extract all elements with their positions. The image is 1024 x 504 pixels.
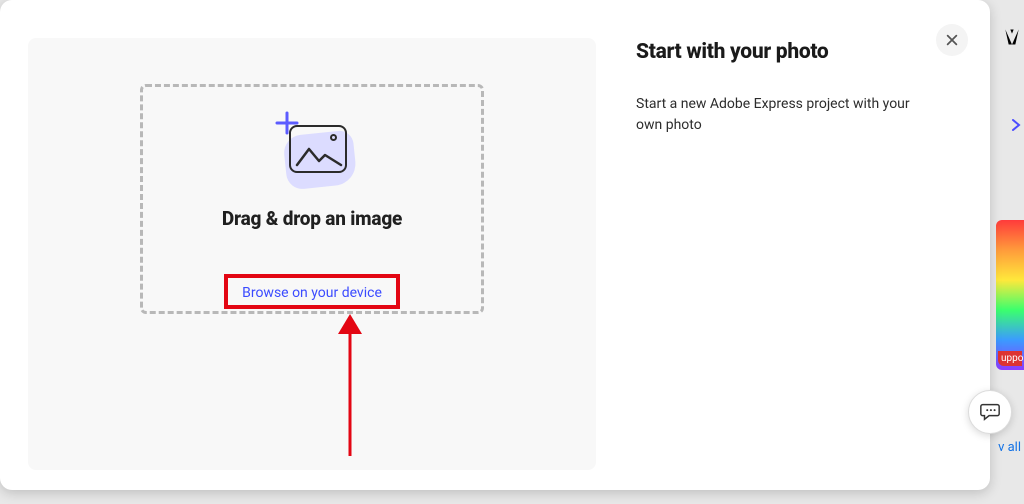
adobe-logo-icon [1002,25,1022,49]
info-pane: Start with your photo Start a new Adobe … [624,0,990,490]
close-icon [945,33,959,47]
browse-device-link[interactable]: Browse on your device [242,285,382,301]
start-with-photo-modal: Drag & drop an image Browse on your devi… [0,0,990,490]
modal-title: Start with your photo [636,40,932,64]
annotation-highlight-box: Browse on your device [224,274,400,309]
chat-icon [979,401,1001,423]
upload-pane: Drag & drop an image Browse on your devi… [0,0,624,490]
chevron-right-icon [1010,116,1022,128]
promo-card-fragment: uppo [996,220,1024,370]
dropzone-title: Drag & drop an image [222,207,402,230]
upload-card: Drag & drop an image Browse on your devi… [28,38,596,470]
promo-card-label: uppo [998,351,1022,366]
modal-description: Start a new Adobe Express project with y… [636,94,932,136]
chat-button[interactable] [968,390,1012,434]
dropzone[interactable]: Drag & drop an image Browse on your devi… [140,84,484,314]
close-button[interactable] [936,24,968,56]
annotation-arrow [330,310,370,458]
view-all-link-fragment[interactable]: v all [998,440,1021,455]
image-add-icon [267,113,357,189]
